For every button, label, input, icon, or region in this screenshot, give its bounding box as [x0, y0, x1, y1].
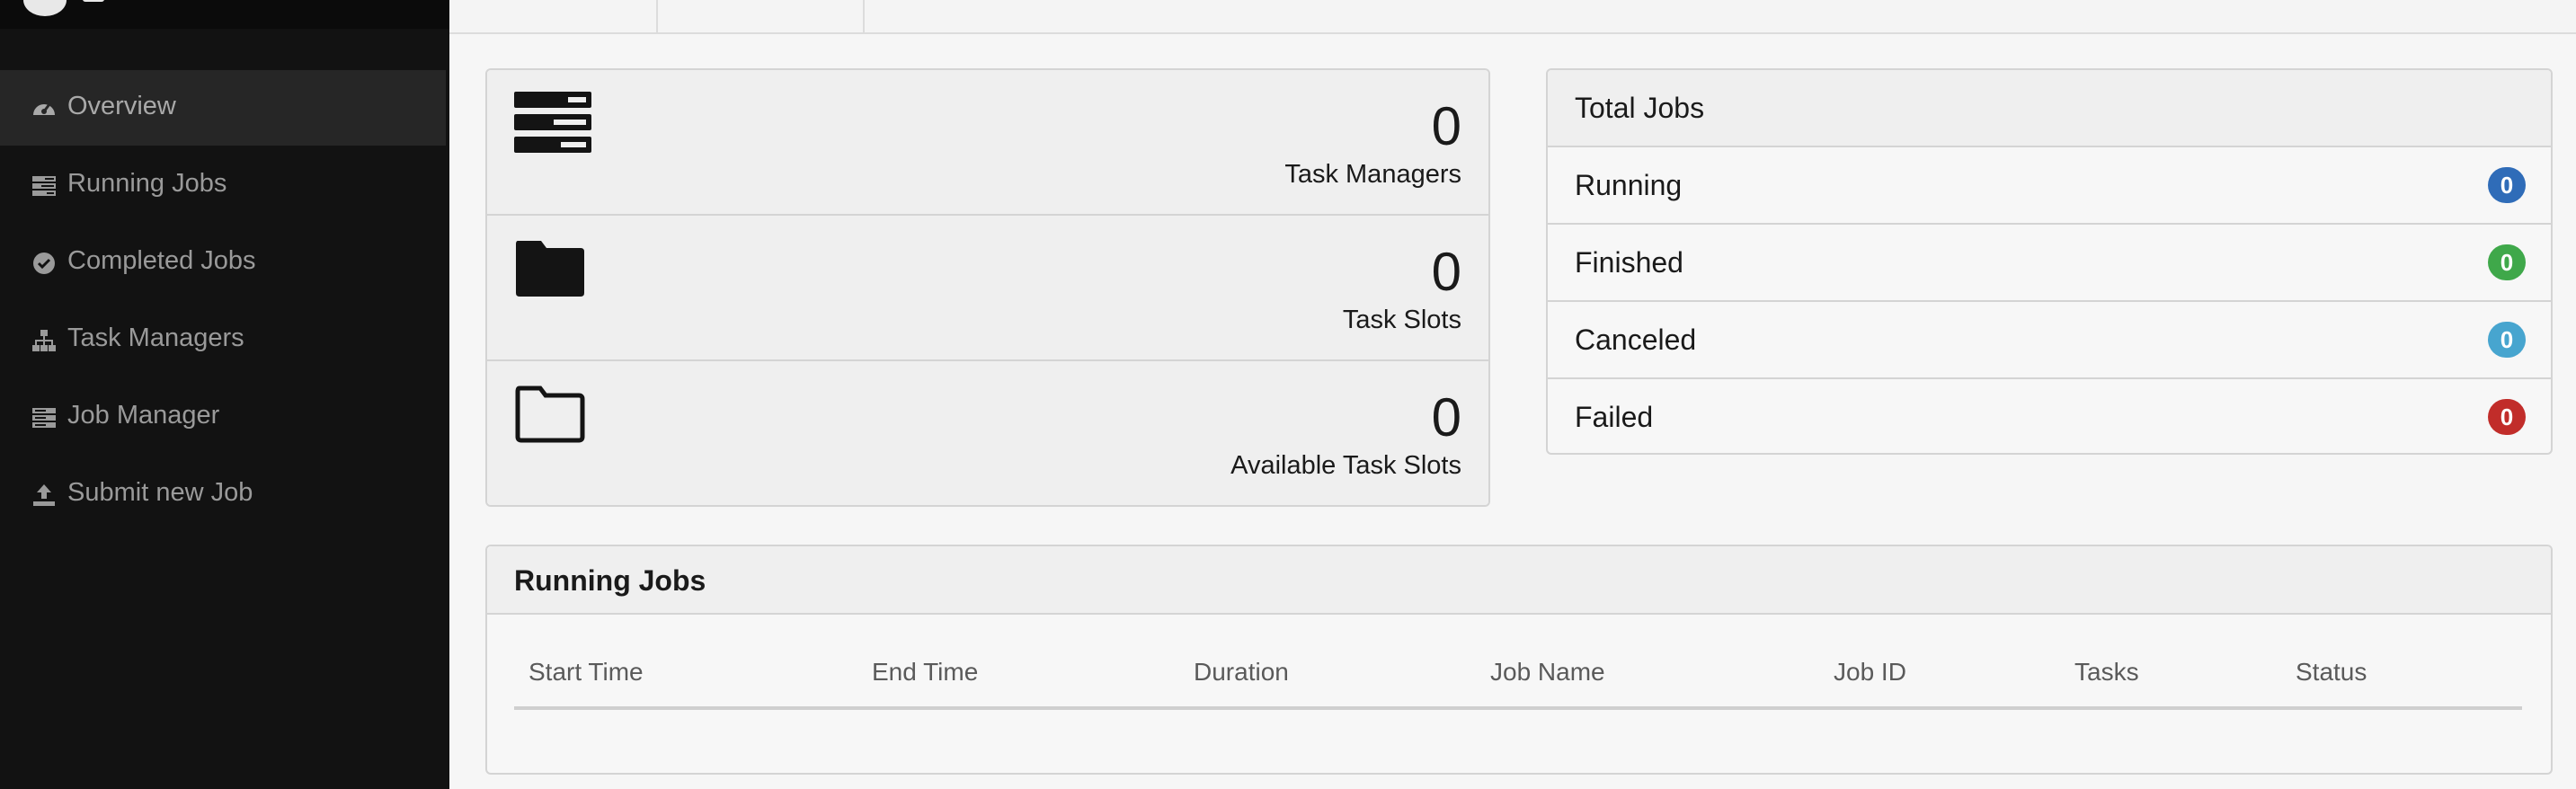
running-jobs-panel: Running Jobs Start Time End Time Duratio…: [485, 545, 2553, 775]
total-jobs-panel: Total Jobs Running 0 Finished 0 Canceled…: [1546, 68, 2553, 455]
logo-strip: [0, 0, 449, 29]
running-count-badge: 0: [2488, 167, 2526, 203]
sidebar-item-label: Job Manager: [67, 401, 220, 430]
cluster-stats-panel: 0 Task Managers 0 Task Slots 0 Available…: [485, 68, 1490, 507]
folder-outline-icon: [515, 386, 585, 443]
task-managers-count: 0: [1431, 96, 1461, 156]
upload-icon: [33, 484, 55, 506]
column-end-time[interactable]: End Time: [872, 658, 978, 687]
task-slots-label: Task Slots: [1342, 306, 1461, 334]
sidebar-item-label: Task Managers: [67, 324, 244, 352]
tasks-large-icon: [514, 92, 591, 153]
sitemap-icon: [32, 330, 56, 351]
top-tab-1[interactable]: [449, 0, 658, 32]
stat-task-slots: 0 Task Slots: [487, 216, 1488, 361]
sidebar-item-overview[interactable]: Overview: [0, 70, 446, 146]
task-managers-label: Task Managers: [1284, 160, 1461, 189]
sidebar-item-submit-new-job[interactable]: Submit new Job: [0, 457, 446, 532]
tasks-icon: [32, 176, 56, 196]
total-jobs-title: Total Jobs: [1575, 92, 1705, 124]
stat-task-managers: 0 Task Managers: [487, 70, 1488, 216]
top-bar: [449, 0, 2576, 34]
sidebar-item-label: Overview: [67, 92, 176, 120]
sidebar-item-running-jobs[interactable]: Running Jobs: [0, 147, 446, 223]
total-jobs-row-canceled: Canceled 0: [1548, 302, 2551, 379]
column-tasks[interactable]: Tasks: [2074, 658, 2139, 687]
total-jobs-row-running: Running 0: [1548, 147, 2551, 225]
server-icon: [32, 408, 56, 428]
running-label: Running: [1575, 169, 1683, 201]
sidebar-item-task-managers[interactable]: Task Managers: [0, 302, 446, 377]
sidebar-item-job-manager[interactable]: Job Manager: [0, 379, 446, 455]
canceled-label: Canceled: [1575, 324, 1697, 356]
sidebar-item-completed-jobs[interactable]: Completed Jobs: [0, 225, 446, 300]
total-jobs-header: Total Jobs: [1548, 70, 2551, 147]
canceled-count-badge: 0: [2488, 322, 2526, 358]
total-jobs-row-finished: Finished 0: [1548, 225, 2551, 302]
task-slots-count: 0: [1431, 242, 1461, 302]
sidebar: Overview Running Jobs Completed Jobs Tas…: [0, 0, 449, 789]
column-job-name[interactable]: Job Name: [1490, 658, 1605, 687]
finished-count-badge: 0: [2488, 244, 2526, 280]
available-task-slots-count: 0: [1431, 387, 1461, 448]
table-header-divider: [514, 706, 2522, 710]
failed-label: Failed: [1575, 401, 1654, 433]
column-job-id[interactable]: Job ID: [1834, 658, 1906, 687]
sidebar-item-label: Submit new Job: [67, 478, 253, 507]
available-task-slots-label: Available Task Slots: [1230, 451, 1461, 480]
folder-filled-icon: [516, 241, 584, 297]
running-jobs-header: Running Jobs: [487, 546, 2551, 615]
logo-text-fragment: [83, 0, 104, 2]
failed-count-badge: 0: [2488, 399, 2526, 435]
running-jobs-title: Running Jobs: [514, 564, 706, 597]
total-jobs-row-failed: Failed 0: [1548, 379, 2551, 453]
sidebar-item-label: Completed Jobs: [67, 246, 256, 275]
stat-available-task-slots: 0 Available Task Slots: [487, 361, 1488, 505]
column-start-time[interactable]: Start Time: [529, 658, 644, 687]
flink-logo-icon[interactable]: [23, 0, 67, 16]
dashboard-icon: [33, 103, 55, 115]
finished-label: Finished: [1575, 246, 1683, 279]
column-status[interactable]: Status: [2296, 658, 2367, 687]
check-circle-icon: [33, 253, 55, 274]
column-duration[interactable]: Duration: [1194, 658, 1289, 687]
top-tab-2[interactable]: [658, 0, 865, 32]
sidebar-item-label: Running Jobs: [67, 169, 227, 198]
